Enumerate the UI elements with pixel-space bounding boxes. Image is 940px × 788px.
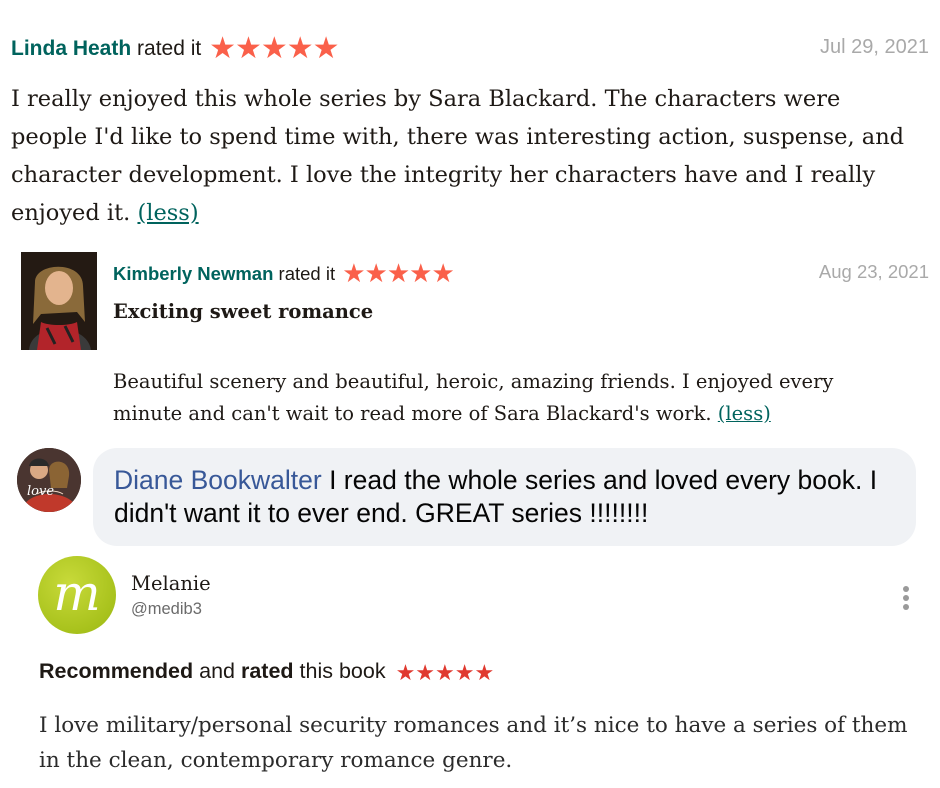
this-book-label: this book <box>299 659 386 683</box>
less-toggle-link[interactable]: (less) <box>718 402 771 425</box>
review-body: Beautiful scenery and beautiful, heroic,… <box>113 366 903 430</box>
review-title: Exciting sweet romance <box>113 300 374 323</box>
review-date[interactable]: Jul 29, 2021 <box>820 36 929 59</box>
commenter-name-link[interactable]: Diane Bookwalter <box>114 465 322 495</box>
rated-label: rated it <box>137 37 202 60</box>
review-date[interactable]: Aug 23, 2021 <box>819 261 929 283</box>
star-rating: ★★★★★ <box>209 32 339 65</box>
review-header: Linda Heath rated it ★★★★★ <box>11 28 340 65</box>
reviewer-name-link[interactable]: Linda Heath <box>11 37 131 60</box>
avatar-photo-icon <box>17 448 81 512</box>
rated-label: rated it <box>278 263 336 284</box>
user-name[interactable]: Melanie <box>131 572 211 595</box>
star-rating: ★★★★★ <box>395 660 495 685</box>
and-label: and <box>199 659 235 683</box>
comment-bubble: Diane Bookwalter I read the whole series… <box>93 448 916 546</box>
rated-label: rated <box>240 659 294 683</box>
review-body: I really enjoyed this whole series by Sa… <box>11 80 911 232</box>
avatar-letter: m <box>53 564 101 622</box>
reviewer-avatar[interactable] <box>21 252 97 350</box>
less-toggle-link[interactable]: (less) <box>137 200 198 226</box>
commenter-avatar[interactable]: love <box>17 448 81 512</box>
post-body: I love military/personal security romanc… <box>39 713 908 773</box>
reviewer-name-link[interactable]: Kimberly Newman <box>113 263 273 284</box>
recommendation-line: Recommended and rated this book ★★★★★ <box>39 658 495 685</box>
avatar-caption: love <box>27 484 55 499</box>
review-header: Kimberly Newman rated it ★★★★★ <box>113 256 455 288</box>
user-handle[interactable]: @medib3 <box>131 600 202 619</box>
more-options-icon[interactable] <box>902 586 910 613</box>
avatar-photo-icon <box>21 252 97 350</box>
recommended-label: Recommended <box>39 659 194 683</box>
star-rating: ★★★★★ <box>342 258 455 288</box>
user-avatar[interactable]: m <box>38 556 116 634</box>
